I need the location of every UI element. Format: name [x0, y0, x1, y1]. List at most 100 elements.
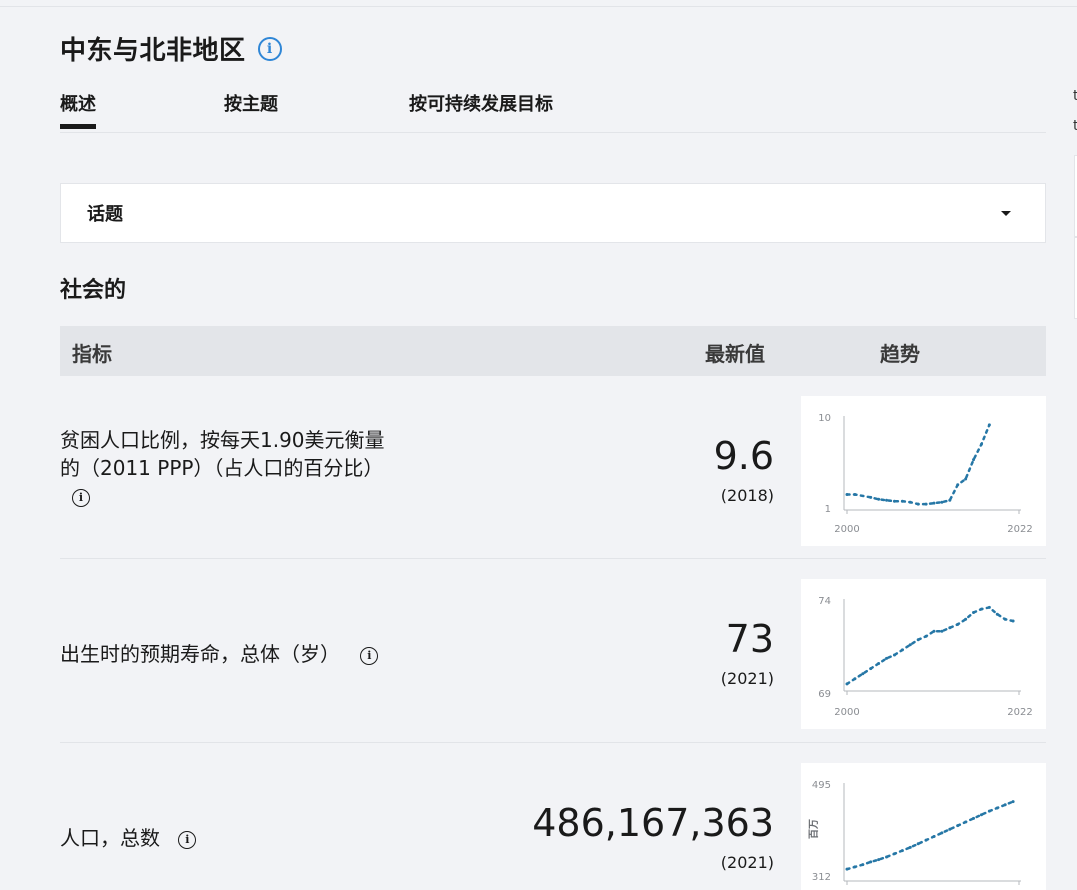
- series-line: [845, 423, 991, 506]
- data-point: [979, 442, 983, 446]
- y-axis-label: 百万: [808, 819, 820, 839]
- data-point: [853, 677, 857, 681]
- right-panel-edge: t t: [1066, 0, 1077, 890]
- data-point: [995, 806, 999, 810]
- topic-dropdown[interactable]: 话题: [60, 183, 1046, 243]
- data-point: [932, 835, 936, 839]
- data-point: [987, 423, 991, 427]
- data-point: [1003, 803, 1007, 807]
- latest-year: (2021): [720, 669, 774, 688]
- data-point: [940, 629, 944, 633]
- data-point: [924, 838, 928, 842]
- data-point: [979, 607, 983, 611]
- data-point: [956, 622, 960, 626]
- data-point: [853, 492, 857, 496]
- page-title: 中东与北非地区: [60, 36, 246, 66]
- data-point: [948, 827, 952, 831]
- data-point: [940, 831, 944, 835]
- x-tick-label: 2022: [1007, 524, 1032, 535]
- data-point: [948, 498, 952, 502]
- data-point: [995, 612, 999, 616]
- data-point: [964, 477, 968, 481]
- data-point: [964, 617, 968, 621]
- page-header: 中东与北非地区 i: [60, 30, 282, 67]
- header-indicator: 指标: [72, 342, 112, 366]
- info-icon[interactable]: i: [72, 488, 90, 507]
- indicator-text-line: 的（2011 PPP）（占人口的百分比）: [60, 456, 384, 480]
- data-point: [900, 648, 904, 652]
- trend-sparkline[interactable]: 10 1 2000 2022: [801, 396, 1046, 546]
- data-point: [940, 500, 944, 504]
- topic-dropdown-label: 话题: [87, 204, 123, 225]
- table-row: 贫困人口比例，按每天1.90美元衡量 的（2011 PPP）（占人口的百分比） …: [60, 376, 1046, 559]
- data-point: [987, 605, 991, 609]
- data-point: [869, 860, 873, 864]
- data-point: [948, 626, 952, 630]
- data-point: [932, 501, 936, 505]
- y-tick-label: 495: [812, 780, 831, 791]
- table-row: 人口，总数 i 486,167,363 (2021) 495 312 百万: [60, 743, 1046, 890]
- indicator-text-line: 出生时的预期寿命，总体（岁）: [60, 642, 340, 666]
- data-point: [885, 498, 889, 502]
- data-point: [908, 500, 912, 504]
- info-icon[interactable]: i: [257, 36, 282, 61]
- data-point: [972, 611, 976, 614]
- data-point: [885, 656, 889, 660]
- info-icon[interactable]: i: [178, 830, 197, 849]
- data-point: [924, 502, 928, 506]
- tab-overview[interactable]: 概述: [60, 90, 96, 129]
- data-point: [972, 458, 976, 462]
- data-point: [956, 824, 960, 828]
- tab-by-sdg[interactable]: 按可持续发展目标: [409, 90, 553, 116]
- data-point: [845, 682, 849, 686]
- x-tick-label: 2000: [834, 524, 859, 535]
- data-point: [932, 629, 936, 633]
- info-icon[interactable]: i: [360, 646, 379, 665]
- trend-sparkline[interactable]: 74 69 2000 2022: [801, 579, 1046, 729]
- y-tick-label: 69: [818, 689, 831, 700]
- header-latest-value: 最新值: [705, 342, 765, 366]
- data-point: [877, 858, 881, 862]
- table-header: 指标 最新值 趋势: [60, 326, 1046, 376]
- series-line: [845, 606, 1015, 686]
- data-point: [916, 638, 920, 642]
- data-point: [845, 492, 849, 496]
- caret-down-icon: [1001, 210, 1011, 216]
- data-point: [892, 499, 896, 503]
- tab-bar: 概述 按主题 按可持续发展目标: [60, 82, 1046, 133]
- data-point: [853, 865, 857, 869]
- x-tick-label: 2000: [834, 707, 859, 718]
- data-point: [1011, 619, 1015, 623]
- data-point: [964, 820, 968, 824]
- latest-year: (2021): [720, 853, 774, 872]
- data-point: [845, 867, 849, 871]
- data-point: [900, 849, 904, 853]
- data-point: [869, 495, 873, 499]
- x-tick-label: 2022: [1007, 707, 1032, 718]
- indicator-name: 人口，总数 i: [60, 824, 197, 852]
- header-trend: 趋势: [880, 342, 920, 366]
- data-point: [908, 643, 912, 647]
- latest-year: (2018): [720, 486, 774, 505]
- data-point: [1003, 617, 1007, 621]
- data-point: [900, 499, 904, 503]
- top-divider: [0, 6, 1077, 7]
- indicator-name: 出生时的预期寿命，总体（岁） i: [60, 640, 379, 668]
- tab-by-topic[interactable]: 按主题: [224, 90, 278, 116]
- data-point: [877, 662, 881, 665]
- section-title: 社会的: [60, 278, 127, 303]
- data-point: [1011, 800, 1015, 804]
- y-tick-label: 74: [818, 596, 831, 607]
- data-point: [892, 852, 896, 856]
- indicator-name: 贫困人口比例，按每天1.90美元衡量 的（2011 PPP）（占人口的百分比） …: [60, 426, 385, 510]
- data-point: [979, 813, 983, 817]
- latest-value: 73: [725, 617, 774, 661]
- trend-sparkline[interactable]: 495 312 百万: [801, 763, 1046, 890]
- data-point: [885, 855, 889, 859]
- data-point: [916, 502, 920, 506]
- data-point: [861, 672, 865, 676]
- latest-value: 9.6: [713, 434, 774, 478]
- data-point: [956, 483, 960, 487]
- data-point: [861, 863, 865, 867]
- data-point: [916, 842, 920, 846]
